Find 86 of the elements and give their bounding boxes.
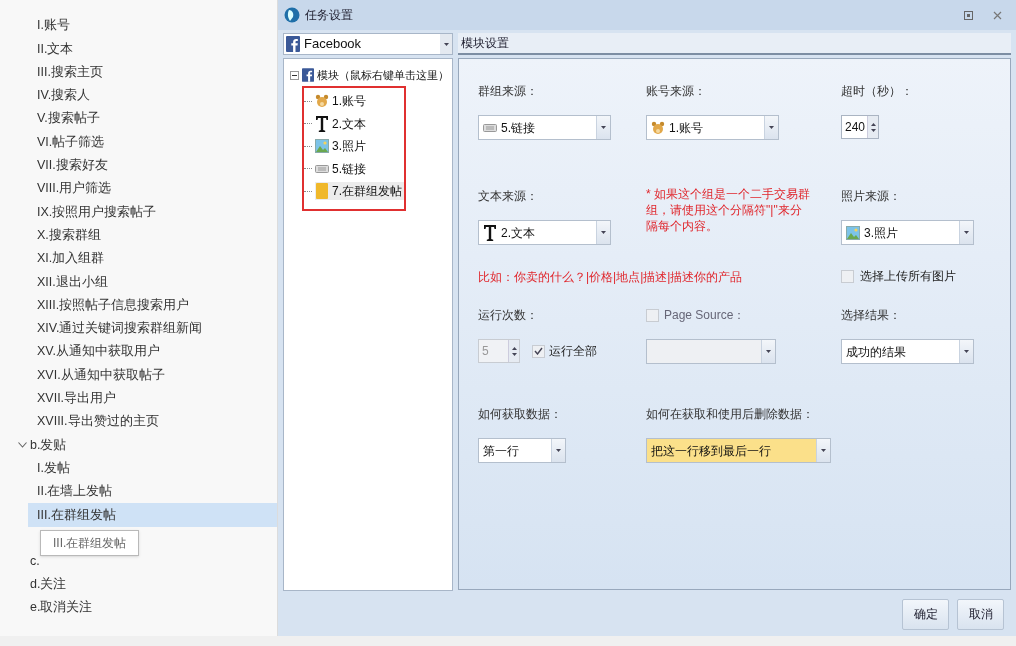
chevron-down-icon[interactable] <box>18 442 27 448</box>
dropdown[interactable]: 2.文本 <box>478 220 611 245</box>
tree-item[interactable]: c. <box>30 551 40 571</box>
tree-item[interactable]: XVI.从通知中获取帖子 <box>28 363 277 387</box>
dropdown[interactable]: 1.账号 <box>646 115 779 140</box>
tree-item[interactable]: 3.照片 <box>315 137 368 156</box>
field-label: 文本来源： <box>478 188 538 205</box>
tree-item[interactable]: XVII.导出用户 <box>28 386 277 411</box>
restore-icon[interactable] <box>964 10 973 20</box>
facebook-icon <box>302 68 314 82</box>
letter-t-icon <box>315 114 329 133</box>
field-label: Page Source： <box>664 307 746 324</box>
tree-item[interactable]: 5.链接 <box>315 159 368 178</box>
field-label: 账号来源： <box>646 83 706 100</box>
letter-t-icon <box>483 223 497 242</box>
tree-item[interactable]: XI.加入组群 <box>28 246 277 271</box>
tree-item[interactable]: II.文本 <box>28 37 277 61</box>
field-label: 群组来源： <box>478 83 538 100</box>
spinner-value: 240 <box>844 119 867 136</box>
dropdown[interactable]: 5.链接 <box>478 115 611 140</box>
field-label: 超时（秒）： <box>841 83 913 100</box>
tree-item[interactable]: V.搜索帖子 <box>28 107 277 131</box>
facebook-icon <box>286 36 300 52</box>
dropdown[interactable]: 成功的结果 <box>841 339 974 364</box>
dropdown[interactable]: 3.照片 <box>841 220 974 245</box>
tree-item[interactable]: X.搜索群组 <box>28 223 277 247</box>
checkbox-label: 选择上传所有图片 <box>860 268 956 285</box>
dropdown-value: 成功的结果 <box>846 343 906 361</box>
keyboard-icon <box>315 163 329 174</box>
spinner-arrows-icon[interactable] <box>867 116 878 138</box>
dropdown-value: 第一行 <box>483 442 519 460</box>
bear-icon <box>315 94 329 109</box>
dropdown[interactable]: 第一行 <box>478 438 566 463</box>
close-icon[interactable] <box>993 10 1002 20</box>
window-title: 任务设置 <box>305 7 353 24</box>
tree-item[interactable]: XIII.按照帖子信息搜索用户 <box>28 293 277 317</box>
bear-icon <box>651 120 665 135</box>
app-logo-icon <box>284 6 300 24</box>
dropdown-value: Facebook <box>304 35 363 54</box>
collapse-icon[interactable] <box>290 70 299 80</box>
field-label: 运行次数： <box>478 307 538 324</box>
checkbox-label: 运行全部 <box>549 343 597 360</box>
tree-item[interactable]: XII.退出小组 <box>28 270 277 294</box>
field-label: 照片来源： <box>841 188 901 205</box>
image-icon <box>846 225 860 240</box>
number-spinner[interactable]: 240 <box>841 115 879 139</box>
tree-item[interactable]: XIV.通过关键词搜索群组新闻 <box>28 316 277 341</box>
tree-item[interactable]: 1.账号 <box>315 92 368 111</box>
tree-item[interactable]: 模块（鼠标右键单击这里） <box>317 66 449 84</box>
dropdown-value: 2.文本 <box>501 224 535 242</box>
field-label: 选择结果： <box>841 307 901 324</box>
tree-item[interactable]: I.发帖 <box>28 456 277 480</box>
tree-item[interactable]: XVIII.导出赞过的主页 <box>28 410 277 434</box>
dialog-button[interactable]: 取消 <box>957 598 1004 630</box>
tree-item[interactable]: VIII.用户筛选 <box>28 177 277 201</box>
tree-item[interactable]: III.在群组发帖 <box>28 503 277 527</box>
tree-item[interactable]: d.关注 <box>30 575 67 594</box>
panel-header: 模块设置 <box>458 33 1011 55</box>
tree-item[interactable]: 2.文本 <box>315 114 368 133</box>
tree-item[interactable]: I.账号 <box>28 14 277 38</box>
field-label: 如何获取数据： <box>478 406 562 423</box>
dropdown-value: 把这一行移到最后一行 <box>651 442 771 460</box>
tooltip: III.在群组发帖 <box>40 530 140 556</box>
tree-item[interactable]: VII.搜索好友 <box>28 153 277 178</box>
dropdown-value: 5.链接 <box>501 119 535 137</box>
dropdown-value: 1.账号 <box>669 119 703 137</box>
site-dropdown[interactable]: Facebook <box>283 33 453 55</box>
tree-item[interactable]: IX.按照用户搜索帖子 <box>28 200 277 224</box>
tree-item[interactable]: IV.搜索人 <box>28 83 277 108</box>
keyboard-icon <box>483 122 497 133</box>
dropdown-value: 3.照片 <box>864 224 898 242</box>
dropdown[interactable]: 把这一行移到最后一行 <box>646 438 831 463</box>
tree-item[interactable]: VI.帖子筛选 <box>28 130 277 154</box>
tree-item[interactable]: XV.从通知中获取用户 <box>28 340 277 364</box>
tree-item[interactable]: III.搜索主页 <box>28 60 277 84</box>
tree-item[interactable]: 7.在群组发帖 <box>315 182 404 201</box>
image-icon <box>315 139 329 154</box>
tree-item[interactable]: II.在墙上发帖 <box>28 479 277 504</box>
field-label: 如何在获取和使用后删除数据： <box>646 406 814 423</box>
dialog-button[interactable]: 确定 <box>902 598 949 630</box>
note-icon <box>315 182 329 201</box>
hint-text: * 如果这个组是一个二手交易群组，请使用这个分隔符"|"来分隔每个内容。 <box>646 186 811 234</box>
spinner-value: 5 <box>481 343 490 360</box>
tree-item[interactable]: e.取消关注 <box>30 598 93 618</box>
tree-item[interactable]: b.发贴 <box>30 435 67 455</box>
hint-text: 比如：你卖的什么？|价格|地点|描述|描述你的产品 <box>478 269 744 285</box>
